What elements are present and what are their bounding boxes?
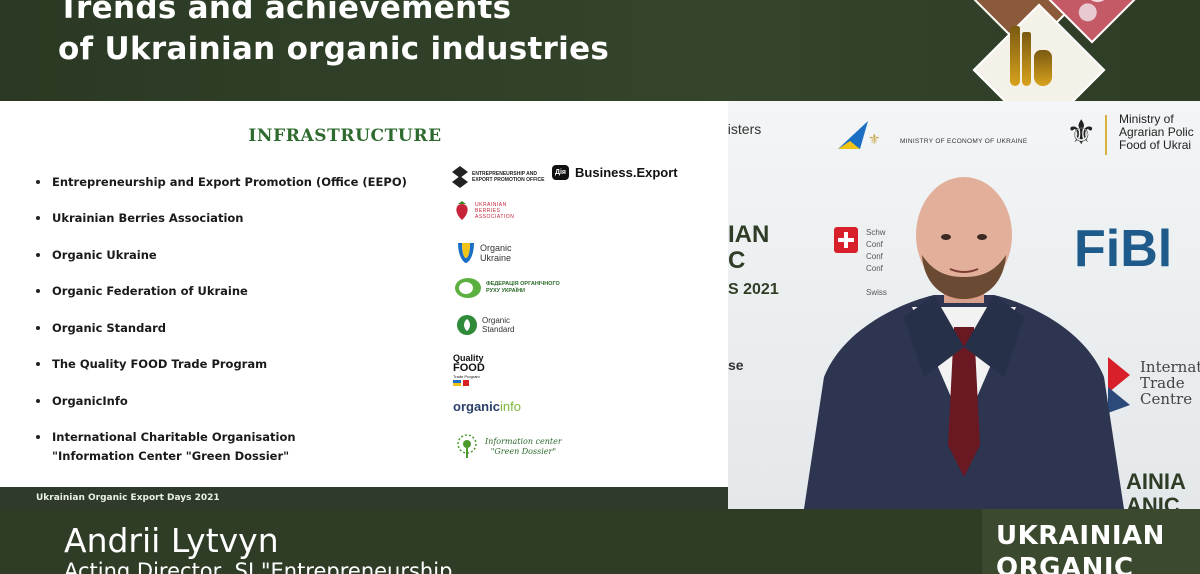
bullet-icon (36, 325, 40, 330)
event-logo-text: IAN (728, 221, 770, 248)
list-item: OrganicInfo (36, 394, 128, 408)
speaker-role: Acting Director, SI "Entrepreneurship (64, 559, 453, 574)
organic-ukraine-leaf-icon (458, 243, 474, 263)
organic-standard-logo: Organic Standard (456, 314, 514, 336)
quality-food-logo: Quality FOOD Trade Program (453, 353, 485, 386)
business-export-logo: Дія Business.Export (552, 165, 678, 180)
list-item-label: Organic Standard (52, 321, 167, 335)
list-item-label: International Charitable Organisation (52, 430, 296, 444)
ministry-economy-text: MINISTRY OF ECONOMY OF UKRAINE (900, 138, 1028, 145)
slide-heading: INFRASTRUCTURE (248, 126, 442, 146)
bullet-icon (36, 361, 40, 366)
list-item-label: Organic Ukraine (52, 248, 157, 262)
list-item-label-continued: "Information Center "Green Dossier" (52, 449, 290, 463)
speaker-video: nisters ⚜ MINISTRY OF ECONOMY OF UKRAINE… (728, 101, 1200, 509)
list-item: The Quality FOOD Trade Program (36, 357, 267, 371)
green-dossier-logo: Information center "Green Dossier" (453, 434, 562, 460)
ukraine-coat-of-arms-icon: ⚜ (1066, 114, 1097, 152)
bullet-icon (36, 179, 40, 184)
flags-icon (453, 380, 469, 386)
list-item: Entrepreneurship and Export Promotion (O… (36, 175, 407, 189)
speaker-name: Andrii Lytvyn (64, 521, 279, 560)
list-item: Organic Federation of Ukraine (36, 284, 248, 298)
green-dossier-tree-icon (457, 434, 477, 458)
eepo-mark-icon (452, 166, 468, 188)
eepo-logo: ENTREPRENEURSHIP AND EXPORT PROMOTION OF… (452, 166, 546, 188)
lower-third: Andrii Lytvyn Acting Director, SI "Entre… (0, 509, 1200, 574)
itc-text: Internat Trade Centre (1140, 358, 1200, 408)
list-item-label: The Quality FOOD Trade Program (52, 357, 268, 371)
list-item: Organic Ukraine (36, 248, 157, 262)
title-banner: Trends and achievements of Ukrainian org… (0, 0, 1200, 101)
bullet-icon (36, 434, 40, 439)
organic-federation-logo: ФЕДЕРАЦІЯ ОРГАНІЧНОГО РУХУ УКРАЇНИ (454, 277, 560, 299)
trident-icon: ⚜ (868, 131, 881, 147)
backdrop-text: nisters (728, 121, 762, 137)
list-item: International Charitable Organisation "In… (36, 430, 296, 463)
berries-association-logo: UKRAINIAN BERRIES ASSOCIATION (453, 201, 521, 221)
speaker-figure (804, 177, 1124, 509)
organic-standard-seal-icon (457, 315, 477, 335)
list-item: Ukrainian Berries Association (36, 211, 243, 225)
diia-badge-icon: Дія (552, 165, 570, 180)
brand-line-2: ORGANIC (996, 553, 1134, 574)
list-item: Organic Standard (36, 321, 166, 335)
list-item-label: Organic Federation of Ukraine (52, 284, 248, 298)
strawberry-icon (456, 201, 468, 220)
presentation-slide: INFRASTRUCTURE Entrepreneurship and Expo… (0, 101, 728, 509)
oil-bottle-icon (1022, 32, 1031, 86)
bullet-icon (36, 252, 40, 257)
brand-line-1: UKRAINIAN (996, 521, 1165, 551)
organicinfo-logo: organic info (453, 399, 521, 414)
bullet-icon (36, 398, 40, 403)
ministry-agrarian-text: Ministry of Agrarian Polic Food of Ukrai (1119, 112, 1194, 152)
economy-ministry-logo (838, 119, 872, 158)
ministry-economy-emblem-icon (838, 121, 868, 149)
oil-flask-icon (1034, 50, 1052, 86)
oil-bottle-icon (1010, 26, 1020, 86)
bullet-icon (36, 288, 40, 293)
slide-footer: Ukrainian Organic Export Days 2021 (0, 487, 728, 509)
list-item-label: Ukrainian Berries Association (52, 211, 244, 225)
decorative-food-diamonds (960, 0, 1200, 101)
organic-ukraine-logo: Organic Ukraine (456, 241, 512, 265)
bullet-icon (36, 215, 40, 220)
list-item-label: Entrepreneurship and Export Promotion (O… (52, 175, 407, 189)
title-line-2: of Ukrainian organic industries (58, 31, 610, 67)
list-item-label: OrganicInfo (52, 394, 128, 408)
federation-leaf-icon (455, 278, 481, 298)
title-line-1: Trends and achievements (58, 0, 512, 26)
